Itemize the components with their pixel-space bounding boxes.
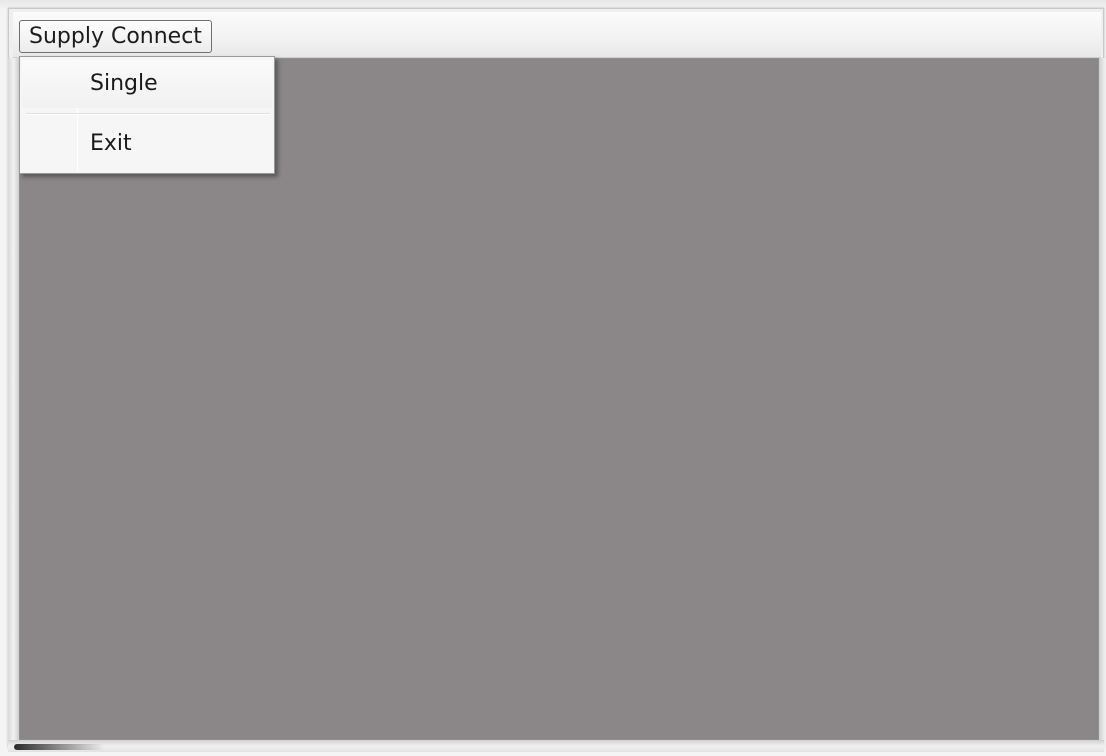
menu-supply-connect[interactable]: Supply Connect xyxy=(19,20,212,53)
menu-item-single[interactable]: Single xyxy=(22,60,272,108)
supply-connect-dropdown-menu: Single Exit xyxy=(19,56,275,174)
window-right-border xyxy=(1099,58,1106,748)
menu-bar: Supply Connect xyxy=(13,12,1101,58)
bottom-corner-shadow xyxy=(14,744,104,750)
menu-item-exit[interactable]: Exit xyxy=(22,120,272,168)
window-left-border xyxy=(8,58,19,748)
window-bottom-border xyxy=(8,740,1104,752)
menu-separator xyxy=(26,113,270,115)
